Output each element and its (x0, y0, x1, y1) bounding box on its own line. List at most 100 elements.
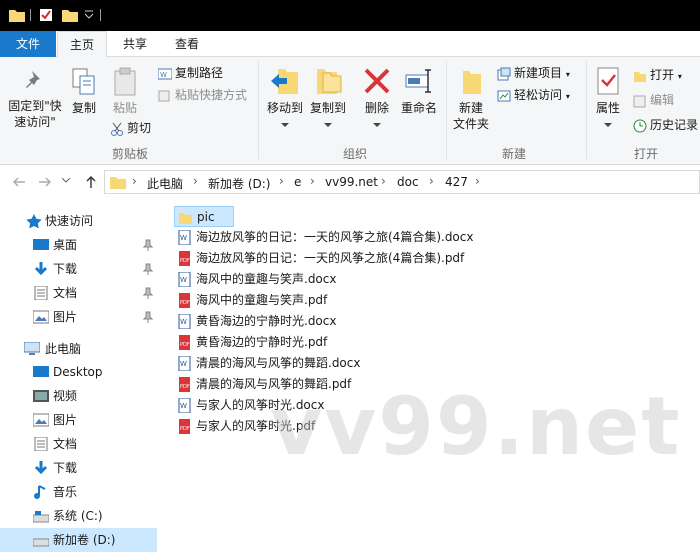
pdf-icon: PDF (179, 419, 190, 434)
chevron-down-icon: ▾ (677, 72, 682, 81)
folder-icon (179, 213, 192, 224)
nav-item-drive-c[interactable]: 系统 (C:) (0, 504, 157, 528)
history-label: 历史记录 (650, 118, 699, 132)
svg-text:W: W (180, 360, 187, 368)
svg-text:W: W (160, 71, 167, 79)
clipboard-group-label: 剪贴板 (111, 147, 148, 161)
open-button[interactable]: 打开 ▾ (633, 67, 682, 85)
address-box[interactable]: › 此电脑 › 新加卷 (D:) › e › vv99.net › doc › … (104, 170, 700, 194)
title-bar (0, 0, 700, 31)
history-icon (633, 119, 647, 132)
easy-access-button[interactable]: 轻松访问 ▾ (497, 87, 570, 105)
nav-label: 图片 (53, 413, 78, 427)
nav-label: 文档 (53, 437, 78, 451)
video-icon (33, 390, 49, 402)
copy-button[interactable]: 复制 (67, 67, 101, 116)
nav-item-documents-pc[interactable]: 文档 (0, 432, 157, 456)
new-folder-icon[interactable] (62, 8, 78, 22)
recent-locations-icon[interactable] (62, 178, 70, 184)
rename-icon (405, 69, 431, 93)
desktop-icon (33, 239, 49, 250)
list-item-folder[interactable]: pic (174, 206, 234, 227)
nav-item-desktop-pc[interactable]: Desktop (0, 360, 157, 384)
nav-item-downloads-pc[interactable]: 下载 (0, 456, 157, 480)
nav-label: 下载 (53, 262, 78, 276)
file-name: 海风中的童趣与笑声.pdf (196, 293, 328, 307)
properties-button[interactable]: 属性 (590, 65, 626, 132)
nav-label: 新加卷 (D:) (53, 533, 116, 547)
properties-icon (597, 67, 619, 95)
nav-item-documents[interactable]: 文档 (0, 281, 157, 305)
copy-path-button[interactable]: W 复制路径 (157, 65, 223, 81)
copy-label: 复制 (71, 101, 96, 115)
nav-item-drive-d[interactable]: 新加卷 (D:) (0, 528, 157, 552)
chevron-right-icon: › (475, 174, 480, 188)
chevron-down-icon[interactable] (84, 8, 94, 22)
properties-icon[interactable] (39, 8, 53, 22)
nav-item-videos[interactable]: 视频 (0, 384, 157, 408)
paste-shortcut-button[interactable]: 粘贴快捷方式 (158, 87, 247, 103)
pdf-icon: PDF (179, 293, 190, 308)
tab-share[interactable]: 共享 (110, 31, 160, 57)
chevron-right-icon: › (279, 174, 284, 188)
properties-label: 属性 (595, 101, 620, 115)
chevron-right-icon: › (132, 174, 137, 188)
history-button[interactable]: 历史记录 (633, 117, 698, 133)
nav-item-pictures-pc[interactable]: 图片 (0, 408, 157, 432)
tab-file[interactable]: 文件 (0, 31, 56, 57)
pdf-icon: PDF (179, 251, 190, 266)
move-to-button[interactable]: 移动到 (265, 65, 305, 132)
drive-icon (33, 511, 49, 523)
word-document-icon: W (178, 398, 191, 413)
paste-shortcut-icon (158, 90, 170, 101)
nav-label: 快速访问 (45, 214, 94, 228)
divider (258, 61, 259, 159)
svg-text:W: W (180, 318, 187, 326)
file-name: 黄昏海边的宁静时光.pdf (196, 335, 328, 349)
copy-to-button[interactable]: 复制到 (308, 65, 348, 132)
breadcrumb-vv99[interactable]: vv99.net (325, 175, 378, 189)
edit-label: 编辑 (650, 93, 675, 107)
tab-home[interactable]: 主页 (57, 31, 107, 58)
nav-item-music[interactable]: 音乐 (0, 480, 157, 504)
breadcrumb-e[interactable]: e (294, 175, 301, 189)
breadcrumb-drive-d[interactable]: 新加卷 (D:) (208, 175, 270, 192)
svg-text:PDF: PDF (180, 384, 190, 390)
delete-icon (364, 68, 390, 94)
forward-arrow-icon[interactable] (38, 176, 52, 188)
drive-icon (33, 538, 49, 547)
edit-button[interactable]: 编辑 (633, 92, 674, 108)
breadcrumb-doc[interactable]: doc (397, 175, 419, 189)
pin-to-quick-access-button[interactable]: 固定到"快 速访问" (4, 69, 66, 130)
ribbon-tabs: 文件 主页 共享 查看 (0, 31, 700, 58)
chevron-down-icon: ▾ (565, 92, 570, 101)
pin-icon (143, 263, 153, 275)
cut-button[interactable]: 剪切 (110, 120, 151, 136)
nav-label: 视频 (53, 389, 78, 403)
svg-text:PDF: PDF (180, 342, 190, 348)
paste-button[interactable]: 粘贴 (108, 67, 142, 116)
open-label: 打开 (650, 68, 675, 82)
svg-text:W: W (180, 234, 187, 242)
new-folder-button[interactable]: 新建 文件夹 (450, 65, 492, 132)
nav-item-downloads[interactable]: 下载 (0, 257, 157, 281)
breadcrumb-427[interactable]: 427 (445, 175, 468, 189)
delete-button[interactable]: 删除 (360, 65, 394, 132)
tab-view[interactable]: 查看 (162, 31, 212, 57)
picture-icon (33, 310, 49, 324)
up-arrow-icon[interactable] (85, 175, 97, 189)
navigation-pane: 快速访问 桌面 下载 文档 图片 此电脑 Desktop 视频 图片 文档 下载… (0, 199, 157, 552)
nav-this-pc[interactable]: 此电脑 (0, 337, 157, 361)
nav-item-pictures[interactable]: 图片 (0, 305, 157, 329)
rename-button[interactable]: 重命名 (398, 65, 440, 116)
new-item-button[interactable]: 新建项目 ▾ (497, 65, 570, 83)
nav-label: 系统 (C:) (53, 509, 103, 523)
chevron-right-icon: › (193, 174, 198, 188)
nav-quick-access[interactable]: 快速访问 (0, 209, 157, 233)
folder-icon (9, 10, 25, 22)
file-name: 清晨的海风与风筝的舞蹈.docx (196, 356, 361, 370)
back-arrow-icon[interactable] (12, 176, 26, 188)
download-icon (34, 461, 48, 475)
nav-item-desktop[interactable]: 桌面 (0, 233, 157, 257)
breadcrumb-this-pc[interactable]: 此电脑 (147, 175, 183, 192)
